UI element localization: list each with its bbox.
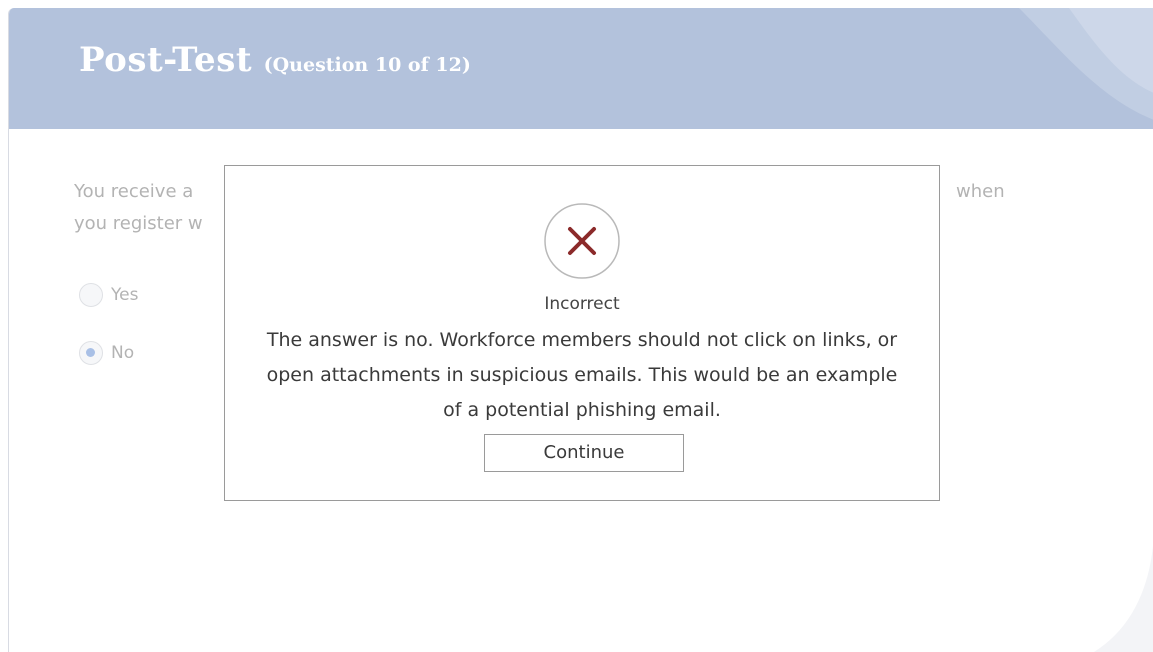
option-yes-label: Yes [111,285,139,305]
question-line-2-start: you register w [74,213,203,234]
title-question-counter: (Question 10 of 12) [263,54,471,76]
option-no-label: No [111,343,135,363]
option-no[interactable]: No [79,341,134,365]
title-main: Post-Test [79,40,253,80]
header-bar: Post-Test (Question 10 of 12) [9,8,1153,129]
question-line-1-end: when [956,181,1005,202]
feedback-message: The answer is no. Workforce members shou… [266,329,898,421]
radio-button-no[interactable] [79,341,103,365]
radio-button-yes[interactable] [79,283,103,307]
feedback-status: Incorrect [544,294,620,314]
feedback-dialog: Incorrect The answer is no. Workforce me… [224,165,940,501]
corner-decoration [1094,545,1153,652]
continue-button[interactable]: Continue [484,434,684,472]
option-yes[interactable]: Yes [79,283,138,307]
x-mark-icon [544,203,620,279]
question-line-1-start: You receive a [74,181,194,202]
radio-selected-dot [86,348,95,357]
page-title: Post-Test (Question 10 of 12) [79,40,471,80]
